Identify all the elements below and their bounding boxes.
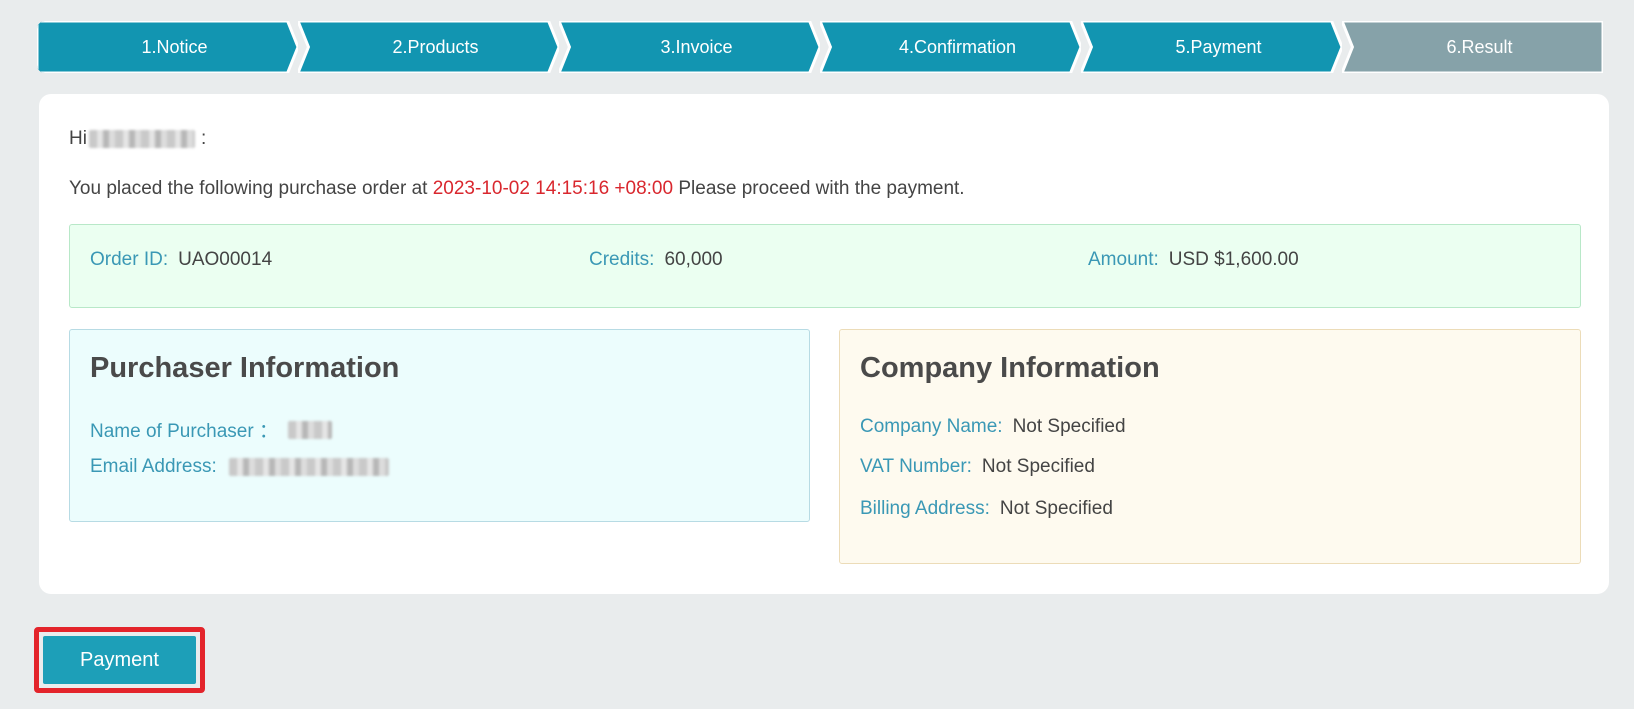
order-intro: You placed the following purchase order … bbox=[69, 178, 965, 200]
step-label: 5.Payment bbox=[1175, 36, 1262, 57]
step-notice[interactable]: 1.Notice bbox=[37, 21, 298, 73]
step-result: 6.Result bbox=[1342, 21, 1603, 73]
step-label: 1.Notice bbox=[141, 36, 208, 57]
company-name-row: Company Name: Not Specified bbox=[860, 416, 1126, 438]
amount: Amount: USD $1,600.00 bbox=[1088, 249, 1299, 271]
purchaser-email-row: Email Address: bbox=[90, 456, 395, 478]
checkout-steps: 1.Notice 2.Products 3.Invoice 4.Confirma… bbox=[37, 21, 1603, 73]
purchaser-email-label: Email Address: bbox=[90, 456, 217, 477]
billing-row: Billing Address: Not Specified bbox=[860, 498, 1113, 520]
step-invoice[interactable]: 3.Invoice bbox=[559, 21, 820, 73]
purchaser-name-label: Name of Purchaser ： bbox=[90, 421, 278, 442]
order-summary: Order ID: UAO00014 Credits: 60,000 Amount:… bbox=[69, 224, 1581, 308]
billing-value: Not Specified bbox=[999, 498, 1113, 519]
vat-label: VAT Number: bbox=[860, 456, 972, 477]
redacted-username bbox=[88, 130, 195, 148]
company-name-value: Not Specified bbox=[1012, 416, 1126, 437]
greeting-suffix: : bbox=[200, 128, 207, 149]
amount-value: USD $1,600.00 bbox=[1168, 249, 1299, 270]
step-label: 4.Confirmation bbox=[898, 36, 1017, 57]
order-id-value: UAO00014 bbox=[178, 249, 273, 270]
redacted-email bbox=[228, 458, 389, 476]
purchaser-name-row: Name of Purchaser ： bbox=[90, 416, 338, 443]
company-title: Company Information bbox=[860, 352, 1160, 384]
step-payment[interactable]: 5.Payment bbox=[1081, 21, 1342, 73]
intro-before: You placed the following purchase order … bbox=[69, 178, 428, 199]
order-id-label: Order ID: bbox=[90, 249, 169, 270]
credits: Credits: 60,000 bbox=[589, 249, 723, 271]
step-label: 6.Result bbox=[1446, 36, 1513, 57]
greeting: Hi : bbox=[69, 128, 206, 150]
payment-button[interactable]: Payment bbox=[43, 636, 196, 684]
credits-value: 60,000 bbox=[664, 249, 723, 270]
step-products[interactable]: 2.Products bbox=[298, 21, 559, 73]
order-card: Hi : You placed the following purchase o… bbox=[39, 94, 1609, 594]
intro-after: Please proceed with the payment. bbox=[678, 178, 965, 199]
greeting-prefix: Hi bbox=[69, 128, 87, 149]
vat-row: VAT Number: Not Specified bbox=[860, 456, 1095, 478]
purchaser-title: Purchaser Information bbox=[90, 352, 400, 384]
step-confirmation[interactable]: 4.Confirmation bbox=[820, 21, 1081, 73]
billing-label: Billing Address: bbox=[860, 498, 990, 519]
credits-label: Credits: bbox=[589, 249, 655, 270]
vat-value: Not Specified bbox=[981, 456, 1095, 477]
step-label: 2.Products bbox=[392, 36, 479, 57]
order-timestamp: 2023-10-02 14:15:16 +08:00 bbox=[432, 178, 674, 199]
purchaser-panel: Purchaser Information Name of Purchaser … bbox=[69, 329, 810, 522]
company-name-label: Company Name: bbox=[860, 416, 1003, 437]
order-id: Order ID: UAO00014 bbox=[90, 249, 272, 271]
step-label: 3.Invoice bbox=[660, 36, 733, 57]
amount-label: Amount: bbox=[1088, 249, 1159, 270]
company-panel: Company Information Company Name: Not Spe… bbox=[839, 329, 1581, 564]
redacted-purchaser-name bbox=[287, 420, 332, 439]
